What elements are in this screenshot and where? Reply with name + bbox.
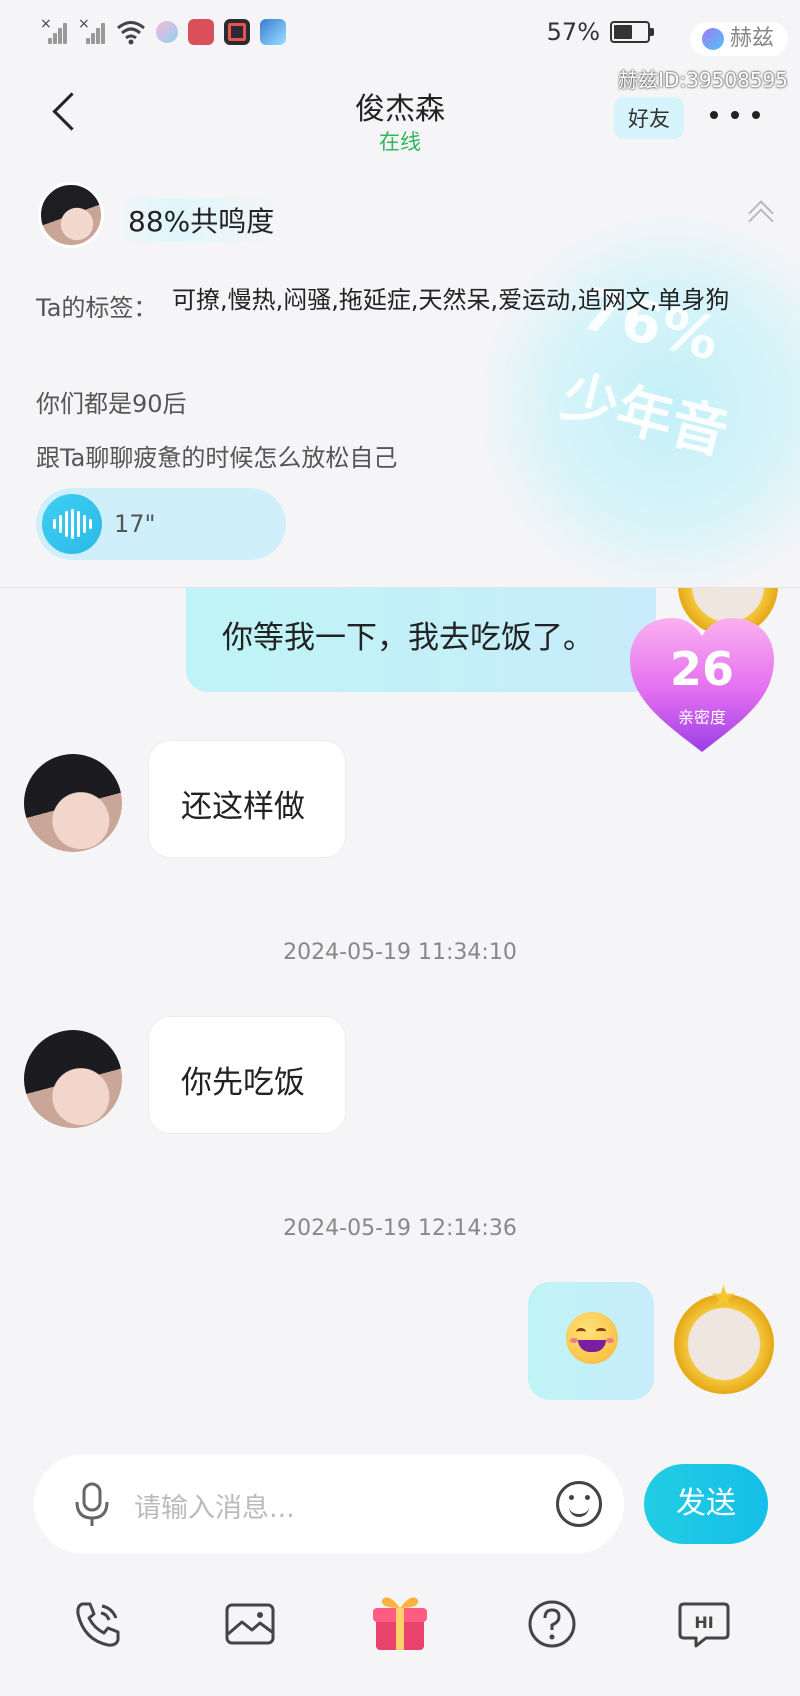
message-bubble-theirs[interactable]: 还这样做 — [148, 740, 346, 858]
signal-icon: × — [78, 16, 106, 46]
message-input-placeholder: 请输入消息... — [134, 1493, 295, 1524]
message-bubble-theirs[interactable]: 你先吃饭 — [148, 1016, 346, 1134]
message-bubble-mine[interactable]: 你等我一下，我去吃饭了。 — [186, 588, 656, 692]
app-notification-icon — [156, 21, 178, 43]
my-avatar[interactable] — [674, 1280, 774, 1394]
message-input[interactable]: 请输入消息... — [34, 1454, 624, 1554]
intimacy-value: 26 — [669, 642, 734, 696]
wifi-icon — [117, 21, 145, 45]
profile-card: 76% 少年音 88%共鸣度 Ta的标签： 可撩,慢热,闷骚,拖延症,天然呆,爱… — [0, 170, 800, 588]
contact-avatar[interactable] — [38, 182, 104, 248]
watermark-brand: 赫兹 — [689, 22, 788, 56]
tags-label: Ta的标签： — [36, 294, 158, 322]
more-options-button[interactable] — [710, 102, 760, 128]
hi-icon[interactable]: HI — [676, 1596, 732, 1652]
svg-text:HI: HI — [694, 1613, 713, 1632]
smiling-emoji-icon — [566, 1312, 618, 1364]
message-timestamp: 2024-05-19 11:34:10 — [283, 940, 517, 965]
send-button[interactable]: 发送 — [644, 1464, 768, 1544]
intimacy-heart-badge[interactable]: 26 亲密度 — [626, 614, 778, 754]
microphone-icon[interactable] — [68, 1480, 116, 1528]
message-list[interactable]: 你等我一下，我去吃饭了。 26 亲密度 还这样做 2024-05-19 11:3… — [0, 588, 800, 1454]
resonance-score: 88%共鸣度 — [120, 198, 285, 242]
bottom-toolbar: HI — [0, 1586, 800, 1666]
voice-duration: 17" — [114, 510, 156, 538]
battery-percent: 57% — [546, 18, 600, 46]
age-note: 你们都是90后 — [36, 390, 187, 418]
topic-suggestion[interactable]: 跟Ta聊聊疲惫的时候怎么放松自己 — [36, 438, 397, 473]
tags-value: 可撩,慢热,闷骚,拖延症,天然呆,爱运动,追网文,单身狗 — [172, 286, 730, 314]
question-icon[interactable] — [524, 1596, 580, 1652]
image-icon[interactable] — [222, 1596, 278, 1652]
app-notification-icon — [260, 19, 286, 45]
signal-icon: × — [40, 16, 68, 46]
status-bar: × × 57% 赫兹 赫兹ID:39508595 — [0, 0, 800, 92]
message-timestamp: 2024-05-19 12:14:36 — [283, 1216, 517, 1241]
collapse-chevron-icon[interactable] — [746, 200, 776, 230]
contact-avatar[interactable] — [24, 754, 122, 852]
voice-intro-button[interactable]: 17" — [36, 488, 286, 560]
message-text: 你先吃饭 — [181, 1065, 305, 1101]
app-notification-icon — [224, 19, 250, 45]
battery-icon — [610, 21, 654, 43]
intimacy-label: 亲密度 — [677, 708, 726, 727]
chat-header: 俊杰森 在线 好友 — [0, 66, 800, 170]
message-text: 还这样做 — [181, 789, 305, 825]
friend-badge[interactable]: 好友 — [614, 97, 684, 139]
composer: 请输入消息... 发送 — [0, 1454, 800, 1554]
emoji-picker-icon[interactable] — [556, 1481, 602, 1527]
gift-icon[interactable] — [370, 1590, 430, 1654]
phone-icon[interactable] — [70, 1596, 126, 1652]
contact-avatar[interactable] — [24, 1030, 122, 1128]
message-text: 你等我一下，我去吃饭了。 — [222, 620, 594, 656]
status-icons: × × — [40, 16, 286, 46]
app-notification-icon — [188, 19, 214, 45]
soundwave-icon — [42, 494, 102, 554]
message-bubble-mine[interactable] — [528, 1282, 654, 1400]
